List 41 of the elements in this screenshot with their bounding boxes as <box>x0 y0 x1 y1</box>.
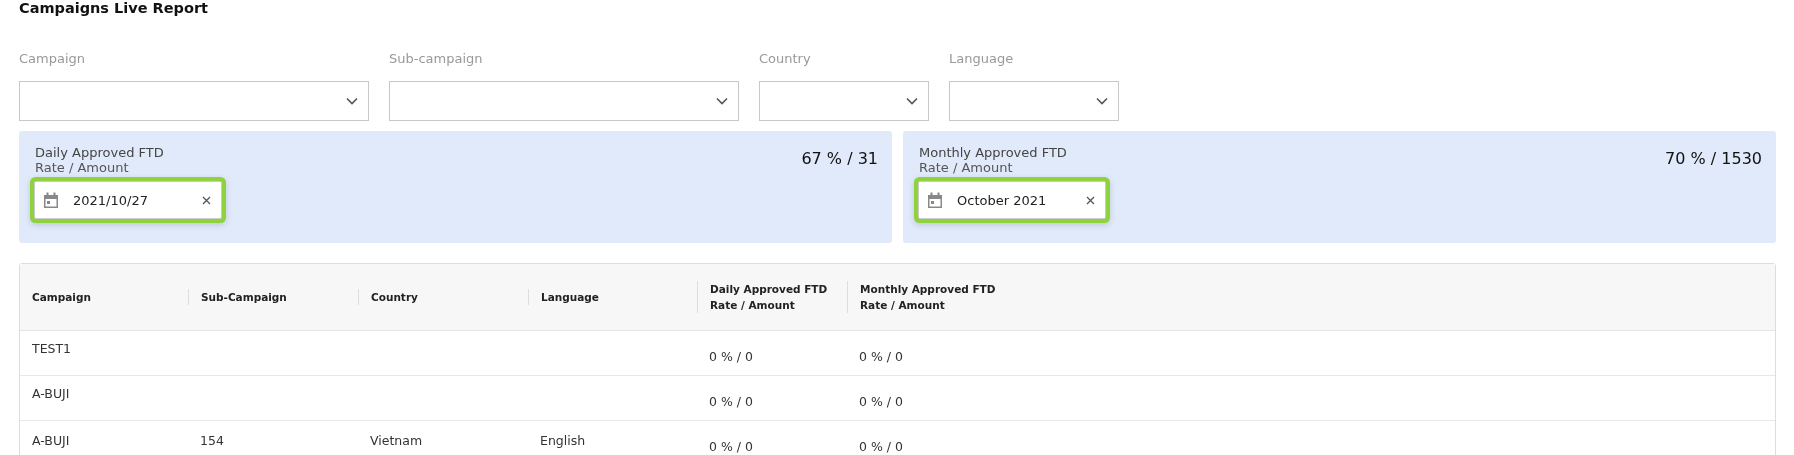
dropdown-field[interactable] <box>759 81 929 121</box>
card-subtitle: Rate / Amount <box>35 160 129 175</box>
calendar-icon <box>43 191 59 209</box>
chevron-down-icon <box>1096 97 1108 105</box>
page-title: Campaigns Live Report <box>19 0 210 16</box>
table-cell: 0 % / 0 <box>859 349 903 364</box>
table-cell: English <box>540 433 586 448</box>
clear-icon[interactable] <box>202 195 211 205</box>
table-cell: 0 % / 0 <box>709 394 753 409</box>
stat-value: 70 % / 1530 <box>1665 149 1762 168</box>
table-cell: Vietnam <box>370 433 423 448</box>
column-header[interactable]: Sub-Campaign <box>201 289 287 305</box>
column-header[interactable]: Language <box>541 289 599 305</box>
table-cell: 0 % / 0 <box>709 349 753 364</box>
column-header[interactable]: Campaign <box>32 289 91 305</box>
card-subtitle: Rate / Amount <box>919 160 1013 175</box>
clear-icon[interactable] <box>1086 195 1095 205</box>
table-cell: 0 % / 0 <box>709 439 753 454</box>
dropdown-field[interactable] <box>949 81 1119 121</box>
filter-label: Country <box>759 50 811 68</box>
chevron-down-icon <box>716 97 728 105</box>
table-cell: 154 <box>200 433 224 448</box>
table-cell: 0 % / 0 <box>859 439 903 454</box>
dropdown-field[interactable] <box>19 81 369 121</box>
stat-value: 67 % / 31 <box>801 149 878 168</box>
table-cell: 0 % / 0 <box>859 394 903 409</box>
chevron-down-icon <box>346 97 358 105</box>
table-cell: A-BUJI <box>32 433 70 448</box>
card-title: Daily Approved FTD <box>35 145 164 160</box>
filter-label: Language <box>949 50 1014 68</box>
filter-label: Sub-campaign <box>389 50 483 68</box>
column-header[interactable]: Country <box>371 289 418 305</box>
dropdown-field[interactable] <box>389 81 739 121</box>
filter-label: Campaign <box>19 50 86 68</box>
card-title: Monthly Approved FTD <box>919 145 1067 160</box>
calendar-icon <box>927 191 943 209</box>
table-cell: A-BUJI <box>32 386 70 401</box>
table-cell: TEST1 <box>32 341 72 356</box>
column-header[interactable]: Monthly Approved FTD Rate / Amount <box>860 281 996 313</box>
chevron-down-icon <box>906 97 918 105</box>
column-header[interactable]: Daily Approved FTD Rate / Amount <box>710 281 828 313</box>
